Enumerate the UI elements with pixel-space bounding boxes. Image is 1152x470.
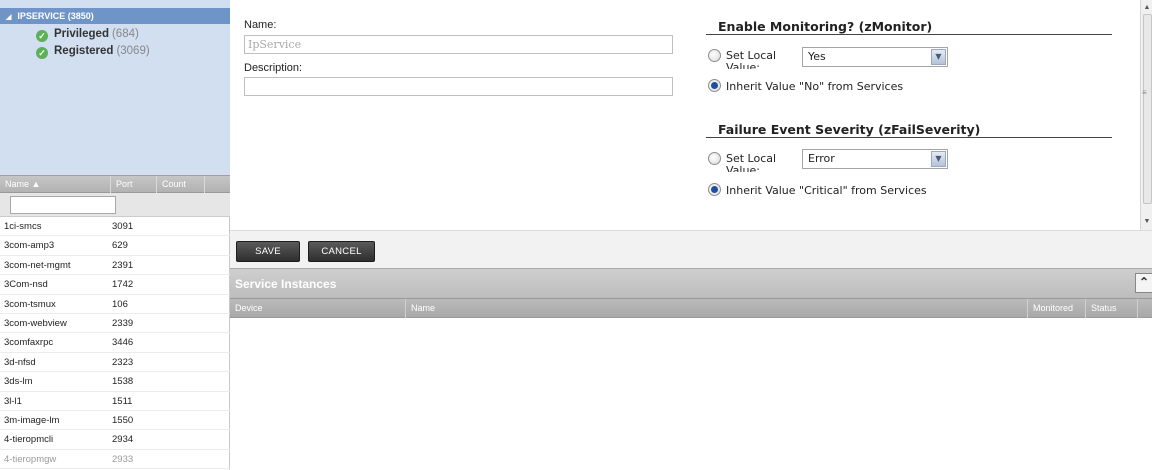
chevron-down-icon[interactable]: ▼: [931, 151, 946, 167]
list-row[interactable]: 3comfaxrpc 3446: [0, 333, 230, 353]
check-circle-icon: ✓: [36, 47, 48, 59]
row-name: 3m-image-lm: [4, 414, 60, 426]
check-circle-icon: ✓: [36, 30, 48, 42]
row-name: 3com-net-mgmt: [4, 259, 71, 271]
row-port: 1511: [112, 395, 133, 407]
list-row[interactable]: 3l-l1 1511: [0, 392, 230, 411]
form-scrollbar[interactable]: ▲ ≡ ▼: [1140, 0, 1152, 230]
column-header-monitored[interactable]: Monitored: [1028, 299, 1086, 318]
list-row[interactable]: 3ds-lm 1538: [0, 372, 230, 392]
column-header-count[interactable]: Count: [157, 176, 205, 193]
list-row[interactable]: 3com-tsmux 106: [0, 295, 230, 314]
service-instances-title: Service Instances: [235, 277, 337, 291]
row-name: 3com-webview: [4, 317, 67, 329]
tree-item-count: (3069): [116, 45, 150, 57]
column-header-port[interactable]: Port: [111, 176, 157, 193]
row-port: 2323: [112, 356, 134, 368]
row-port: 3091: [112, 221, 134, 232]
column-header-name[interactable]: Name: [406, 299, 1028, 318]
left-pane: ◢ IPSERVICE (3850) ✓ Privileged (684) ✓ Regi…: [0, 0, 230, 470]
row-name: 1ci-smcs: [4, 221, 42, 232]
row-port: 2391: [112, 259, 134, 271]
row-name: 4-tieropmgw: [4, 453, 57, 465]
column-header-device[interactable]: Device: [230, 299, 406, 318]
severity-inherit-label: Inherit Value "Critical" from Services: [726, 184, 927, 197]
severity-inherit-radio[interactable]: [708, 183, 721, 196]
monitoring-set-local-radio[interactable]: [708, 49, 721, 62]
monitoring-section-title: Enable Monitoring? (zMonitor): [718, 19, 933, 34]
row-name: 4-tieropmcli: [4, 434, 54, 446]
list-row[interactable]: 3com-net-mgmt 2391: [0, 256, 230, 276]
scroll-down-icon[interactable]: ▼: [1141, 216, 1152, 228]
monitoring-inherit-label: Inherit Value "No" from Services: [726, 80, 904, 93]
service-instances-grid: [230, 318, 1152, 470]
tree-item-label: Privileged: [54, 28, 109, 40]
tree-item-registered[interactable]: ✓ Registered (3069): [36, 43, 150, 59]
row-port: 106: [112, 298, 128, 310]
tree-item-label: Registered: [54, 45, 114, 57]
description-field[interactable]: [244, 77, 673, 96]
severity-select-value: Error: [808, 152, 835, 165]
tree-item-count: (684): [111, 28, 139, 40]
list-row[interactable]: 1ci-smcs 3091: [0, 217, 230, 237]
expanded-triangle-icon[interactable]: ◢: [6, 10, 11, 26]
row-port: 2934: [112, 434, 134, 446]
list-row[interactable]: 3m-image-lm 1550: [0, 411, 230, 431]
row-port: 2339: [112, 317, 134, 329]
collapse-up-icon[interactable]: ⌃: [1135, 273, 1152, 293]
scroll-up-icon[interactable]: ▲: [1141, 2, 1152, 14]
name-filter-input[interactable]: [10, 196, 116, 214]
monitoring-inherit-radio[interactable]: [708, 79, 721, 92]
list-row[interactable]: 3Com-nsd 1742: [0, 275, 230, 295]
row-port: 1550: [112, 414, 134, 426]
column-header-status[interactable]: Status: [1086, 299, 1138, 318]
row-port: 1538: [112, 376, 134, 388]
severity-select[interactable]: Error ▼: [802, 149, 948, 169]
cancel-button[interactable]: CANCEL: [308, 241, 375, 262]
chevron-down-icon[interactable]: ▼: [931, 49, 946, 65]
list-row[interactable]: 3d-nfsd 2323: [0, 353, 230, 373]
severity-section-divider: [706, 137, 1112, 138]
monitoring-select[interactable]: Yes ▼: [802, 47, 948, 67]
save-button[interactable]: SAVE: [236, 241, 300, 262]
list-row[interactable]: 3com-webview 2339: [0, 314, 230, 334]
row-name: 3d-nfsd: [4, 356, 36, 368]
row-name: 3comfaxrpc: [4, 337, 54, 349]
monitoring-select-value: Yes: [808, 50, 826, 63]
monitoring-section-divider: [706, 34, 1112, 35]
service-list: 1ci-smcs 3091 3com-amp3 629 3com-net-mgmt 2…: [0, 217, 230, 470]
scrollbar-grip-icon: ≡: [1142, 88, 1147, 97]
name-label: Name:: [244, 19, 277, 31]
list-row[interactable]: 4-tieropmgw 2933: [0, 450, 230, 470]
tree-root-ipservice[interactable]: ◢ IPSERVICE (3850): [0, 8, 230, 24]
row-name: 3ds-lm: [4, 376, 33, 388]
row-port: 3446: [112, 337, 134, 349]
list-header: Name ▲ Port Count: [0, 175, 230, 193]
scrollbar-thumb[interactable]: [1143, 14, 1152, 204]
list-row[interactable]: 3com-amp3 629: [0, 236, 230, 256]
row-name: 3Com-nsd: [4, 279, 48, 291]
service-instances-header: Service Instances ⌃: [230, 268, 1152, 298]
tree-root-label: IPSERVICE (3850): [17, 11, 94, 21]
list-filter-bar: [0, 193, 230, 217]
row-port: 1742: [112, 279, 134, 291]
monitoring-set-local-label: Set Local Value:: [726, 50, 777, 69]
row-name: 3com-amp3: [4, 240, 55, 252]
severity-set-local-radio[interactable]: [708, 152, 721, 165]
row-name: 3com-tsmux: [4, 298, 56, 310]
severity-set-local-label: Set Local Value:: [726, 153, 777, 172]
button-bar: SAVE CANCEL: [230, 230, 1152, 268]
service-instances-columns: Device Name Monitored Status: [230, 298, 1152, 318]
row-port: 2933: [112, 453, 134, 465]
row-name: 3l-l1: [4, 395, 22, 407]
list-row[interactable]: 4-tieropmcli 2934: [0, 430, 230, 450]
column-header-name[interactable]: Name ▲: [0, 176, 111, 193]
tree-item-privileged[interactable]: ✓ Privileged (684): [36, 26, 139, 42]
severity-section-title: Failure Event Severity (zFailSeverity): [718, 122, 981, 137]
name-field[interactable]: IpService: [244, 35, 673, 54]
service-tree: ◢ IPSERVICE (3850) ✓ Privileged (684) ✓ Regi…: [0, 0, 230, 175]
description-label: Description:: [244, 62, 303, 74]
row-port: 629: [112, 240, 128, 252]
